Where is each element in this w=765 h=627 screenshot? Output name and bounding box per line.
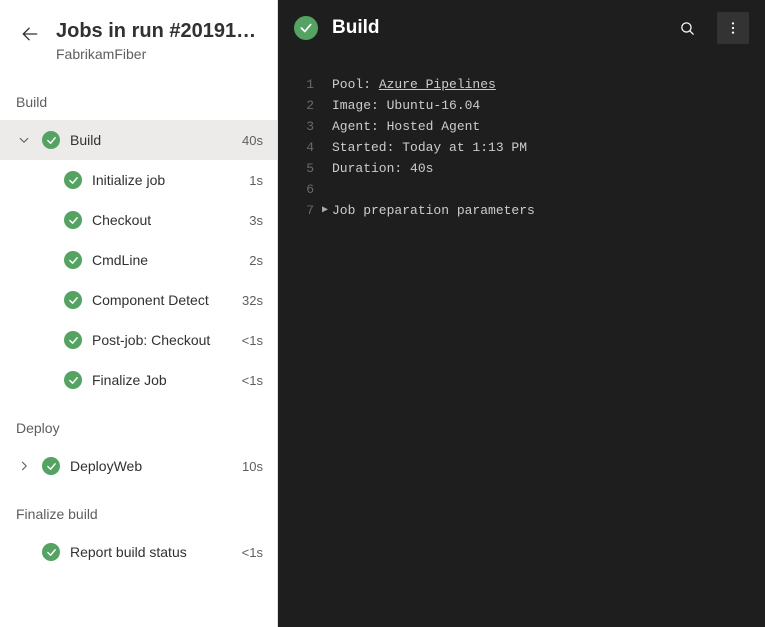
chevron-down-icon[interactable]	[16, 132, 32, 148]
job-row[interactable]: Build 40s	[0, 120, 277, 160]
stage-label: Build	[0, 74, 277, 120]
success-icon	[64, 371, 82, 389]
back-icon[interactable]	[18, 22, 42, 46]
log-text: Job preparation parameters	[332, 200, 753, 221]
step-row[interactable]: CmdLine 2s	[0, 240, 277, 280]
step-name: Finalize Job	[92, 372, 232, 388]
log-text: Agent: Hosted Agent	[332, 116, 753, 137]
success-icon	[64, 331, 82, 349]
step-row[interactable]: Post-job: Checkout <1s	[0, 320, 277, 360]
step-name: CmdLine	[92, 252, 239, 268]
line-number: 2	[290, 95, 318, 116]
log-text: Started: Today at 1:13 PM	[332, 137, 753, 158]
fold-toggle[interactable]: ▶	[318, 200, 332, 221]
line-number: 5	[290, 158, 318, 179]
step-name: Post-job: Checkout	[92, 332, 232, 348]
step-name: Component Detect	[92, 292, 232, 308]
sidebar-header: Jobs in run #20191… FabrikamFiber	[0, 0, 277, 74]
job-name: Report build status	[70, 544, 232, 560]
page-title: Jobs in run #20191…	[56, 18, 261, 44]
log-line: 2 Image: Ubuntu-16.04	[278, 95, 765, 116]
line-number: 1	[290, 74, 318, 95]
success-icon	[64, 251, 82, 269]
step-name: Initialize job	[92, 172, 239, 188]
line-number: 4	[290, 137, 318, 158]
step-duration: <1s	[242, 373, 263, 388]
log-viewer[interactable]: 1 Pool: Azure Pipelines 2 Image: Ubuntu-16.…	[278, 56, 765, 627]
success-icon	[64, 291, 82, 309]
log-line: 3 Agent: Hosted Agent	[278, 116, 765, 137]
log-line: 5 Duration: 40s	[278, 158, 765, 179]
success-icon	[42, 131, 60, 149]
sidebar: Jobs in run #20191… FabrikamFiber BuildB…	[0, 0, 278, 627]
chevron-right-icon[interactable]	[16, 458, 32, 474]
step-duration: 1s	[249, 173, 263, 188]
step-row[interactable]: Initialize job 1s	[0, 160, 277, 200]
step-duration: 2s	[249, 253, 263, 268]
step-row[interactable]: Component Detect 32s	[0, 280, 277, 320]
line-number: 7	[290, 200, 318, 221]
line-number: 3	[290, 116, 318, 137]
job-tree[interactable]: BuildBuild40sInitialize job1sCheckout3sC…	[0, 74, 277, 627]
step-duration: <1s	[242, 333, 263, 348]
success-icon	[42, 457, 60, 475]
job-row[interactable]: Report build status <1s	[0, 532, 277, 572]
detail-title: Build	[332, 17, 657, 39]
stage-label: Finalize build	[0, 486, 277, 532]
success-icon	[294, 16, 318, 40]
more-actions-button[interactable]	[717, 12, 749, 44]
success-icon	[64, 211, 82, 229]
detail-header: Build	[278, 0, 765, 56]
job-duration: 10s	[242, 459, 263, 474]
step-row[interactable]: Finalize Job <1s	[0, 360, 277, 400]
step-name: Checkout	[92, 212, 239, 228]
log-line: 6	[278, 179, 765, 200]
log-line: 1 Pool: Azure Pipelines	[278, 74, 765, 95]
job-name: Build	[70, 132, 232, 148]
job-name: DeployWeb	[70, 458, 232, 474]
page-subtitle: FabrikamFiber	[56, 46, 261, 62]
step-duration: 3s	[249, 213, 263, 228]
step-duration: 32s	[242, 293, 263, 308]
log-text: Image: Ubuntu-16.04	[332, 95, 753, 116]
log-text: Duration: 40s	[332, 158, 753, 179]
detail-pane: Build 1 Pool: Azure Pipelines 2 Image: Ubun…	[278, 0, 765, 627]
success-icon	[64, 171, 82, 189]
job-duration: 40s	[242, 133, 263, 148]
success-icon	[42, 543, 60, 561]
log-line: 4 Started: Today at 1:13 PM	[278, 137, 765, 158]
job-row[interactable]: DeployWeb 10s	[0, 446, 277, 486]
log-line: 7▶Job preparation parameters	[278, 200, 765, 221]
step-row[interactable]: Checkout 3s	[0, 200, 277, 240]
stage-label: Deploy	[0, 400, 277, 446]
job-duration: <1s	[242, 545, 263, 560]
search-button[interactable]	[671, 12, 703, 44]
log-text: Pool: Azure Pipelines	[332, 74, 753, 95]
line-number: 6	[290, 179, 318, 200]
